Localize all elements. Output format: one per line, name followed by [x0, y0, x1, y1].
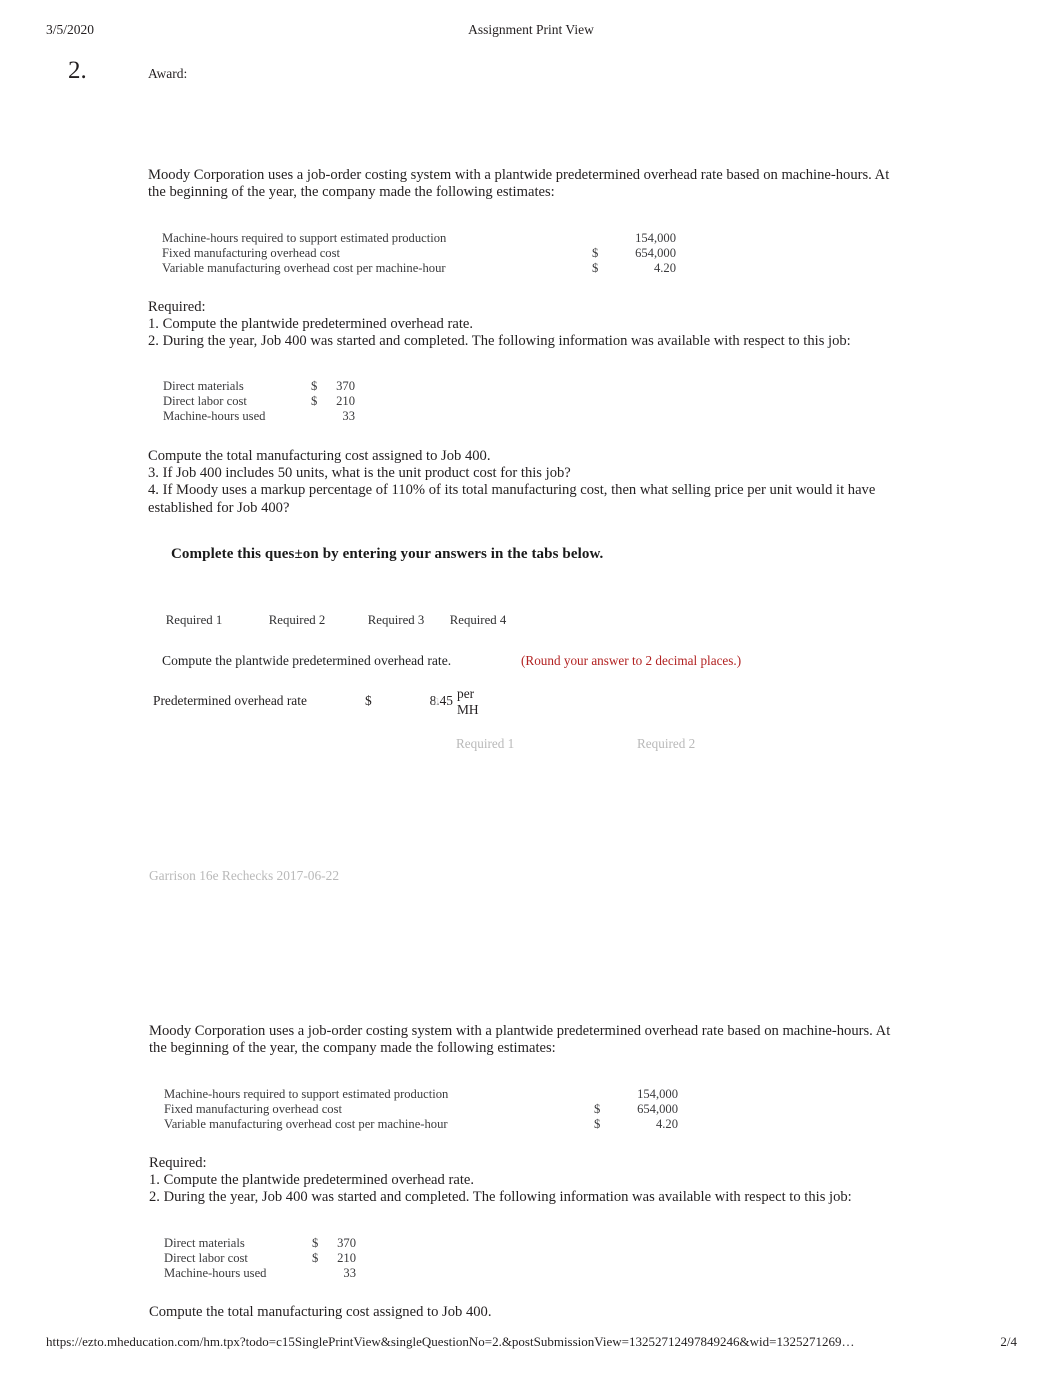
footer-page-number: 2/4 — [1000, 1334, 1017, 1349]
problem-intro-repeat: Moody Corporation uses a job-order costi… — [149, 1023, 891, 1057]
required-section: Required: 1. Compute the plantwide prede… — [148, 299, 938, 351]
job-label: Direct labor cost — [163, 394, 247, 409]
required-tabs: Required 1 Required 2 Required 3 Require… — [163, 611, 583, 629]
job-currency: $ — [311, 394, 318, 409]
estimate-currency: $ — [592, 246, 599, 261]
requirement-2: 2. During the year, Job 400 was started … — [149, 1189, 852, 1206]
table-row: Direct labor cost $ 210 — [163, 394, 355, 409]
question-number: 2. — [68, 57, 87, 84]
compute-total-line: Compute the total manufacturing cost ass… — [148, 448, 491, 464]
job-currency: $ — [312, 1251, 319, 1266]
job-currency: $ — [312, 1236, 319, 1250]
job-label: Direct materials — [163, 379, 244, 393]
table-row: Variable manufacturing overhead cost per… — [162, 261, 676, 276]
tab-prompt: Compute the plantwide predetermined over… — [162, 653, 452, 668]
job-label: Direct labor cost — [164, 1251, 248, 1266]
table-row: Machine-hours used 33 — [164, 1266, 356, 1281]
table-row: Variable manufacturing overhead cost per… — [164, 1117, 678, 1132]
job-currency — [312, 1266, 326, 1281]
page-title: Assignment Print View — [468, 22, 594, 37]
tab-required-2[interactable]: Required 2 — [266, 613, 328, 628]
estimate-label: Machine-hours required to support estima… — [164, 1087, 449, 1101]
estimate-value: 154,000 — [637, 1087, 678, 1101]
required-heading: Required: — [148, 299, 206, 315]
job-label: Machine-hours used — [164, 1266, 267, 1281]
print-page: 3/5/2020 Assignment Print View 2. Award:… — [0, 0, 1062, 1376]
tab-required-1[interactable]: Required 1 — [163, 613, 225, 628]
complete-instruction: Complete this ques±on by entering your a… — [171, 546, 604, 562]
estimate-value: 654,000 — [635, 246, 676, 261]
table-row: Direct materials $ 370 — [163, 379, 355, 394]
table-row: Fixed manufacturing overhead cost $ 654,… — [162, 246, 676, 261]
estimate-value: 154,000 — [635, 231, 676, 245]
nav-required-2-link[interactable]: Required 2 — [637, 736, 695, 752]
rounding-hint: (Round your answer to 2 decimal places.) — [521, 653, 742, 668]
estimate-currency — [594, 1087, 610, 1102]
estimate-currency: $ — [594, 1102, 601, 1117]
tab-required-3[interactable]: Required 3 — [367, 613, 425, 628]
requirement-2: 2. During the year, Job 400 was started … — [148, 333, 851, 350]
required-section-repeat: Required: 1. Compute the plantwide prede… — [149, 1155, 939, 1207]
print-footer: https://ezto.mheducation.com/hm.tpx?todo… — [0, 1334, 1062, 1354]
estimate-currency — [592, 231, 608, 246]
tab-navigation: Required 1 Required 2 — [0, 736, 1062, 756]
job-currency: $ — [311, 379, 318, 393]
job-label: Machine-hours used — [163, 409, 266, 424]
table-row: Machine-hours required to support estima… — [164, 1087, 678, 1102]
estimate-label: Variable manufacturing overhead cost per… — [162, 261, 446, 276]
award-label: Award: — [148, 66, 188, 81]
compute-total-line-repeat: Compute the total manufacturing cost ass… — [149, 1304, 492, 1320]
job-400-table: Direct materials $ 370 Direct labor cost… — [163, 379, 355, 425]
estimate-label: Fixed manufacturing overhead cost — [164, 1102, 343, 1117]
requirement-1: 1. Compute the plantwide predetermined o… — [148, 316, 473, 333]
table-row: Fixed manufacturing overhead cost $ 654,… — [164, 1102, 678, 1117]
requirement-4: 4. If Moody uses a markup percentage of … — [148, 482, 876, 516]
job-value: 370 — [336, 379, 355, 393]
estimate-label: Machine-hours required to support estima… — [162, 231, 447, 245]
job-label: Direct materials — [164, 1236, 245, 1250]
job-value: 210 — [336, 394, 355, 409]
table-row: Direct materials $ 370 — [164, 1236, 356, 1251]
estimate-currency: $ — [592, 261, 599, 276]
estimate-value: 654,000 — [637, 1102, 678, 1117]
answer-currency: $ — [365, 693, 372, 708]
answer-field-marker-icon: ▯ — [434, 696, 439, 706]
requirement-1: 1. Compute the plantwide predetermined o… — [149, 1172, 474, 1189]
answer-row: Predetermined overhead rate $ 8.45 ▯ per… — [153, 686, 573, 727]
job-currency — [311, 409, 325, 424]
source-note: Garrison 16e Rechecks 2017-06-22 — [149, 868, 340, 883]
answer-label: Predetermined overhead rate — [153, 693, 307, 708]
estimate-value: 4.20 — [655, 1117, 678, 1132]
remaining-requirements: Compute the total manufacturing cost ass… — [148, 448, 938, 517]
job-value: 33 — [342, 409, 355, 424]
job-value: 33 — [343, 1266, 356, 1281]
answer-unit: per MH — [457, 686, 479, 717]
predetermined-overhead-rate-input[interactable]: 8.45 — [393, 693, 453, 709]
tab-required-4[interactable]: Required 4 — [449, 613, 507, 628]
nav-required-1-link[interactable]: Required 1 — [456, 736, 514, 752]
table-row: Machine-hours used 33 — [163, 409, 355, 424]
estimates-table-repeat: Machine-hours required to support estima… — [164, 1087, 678, 1133]
estimate-label: Fixed manufacturing overhead cost — [162, 246, 341, 261]
estimate-value: 4.20 — [653, 261, 676, 276]
estimate-currency: $ — [594, 1117, 601, 1132]
table-row: Direct labor cost $ 210 — [164, 1251, 356, 1266]
job-value: 370 — [337, 1236, 356, 1250]
problem-intro: Moody Corporation uses a job-order costi… — [148, 167, 890, 201]
job-400-table-repeat: Direct materials $ 370 Direct labor cost… — [164, 1236, 356, 1282]
estimates-table: Machine-hours required to support estima… — [162, 231, 676, 277]
estimate-label: Variable manufacturing overhead cost per… — [164, 1117, 448, 1132]
footer-url: https://ezto.mheducation.com/hm.tpx?todo… — [46, 1334, 855, 1349]
job-value: 210 — [337, 1251, 356, 1266]
print-header: 3/5/2020 Assignment Print View — [0, 22, 1062, 42]
required-heading: Required: — [149, 1155, 207, 1171]
table-row: Machine-hours required to support estima… — [162, 231, 676, 246]
requirement-3: 3. If Job 400 includes 50 units, what is… — [148, 465, 571, 482]
